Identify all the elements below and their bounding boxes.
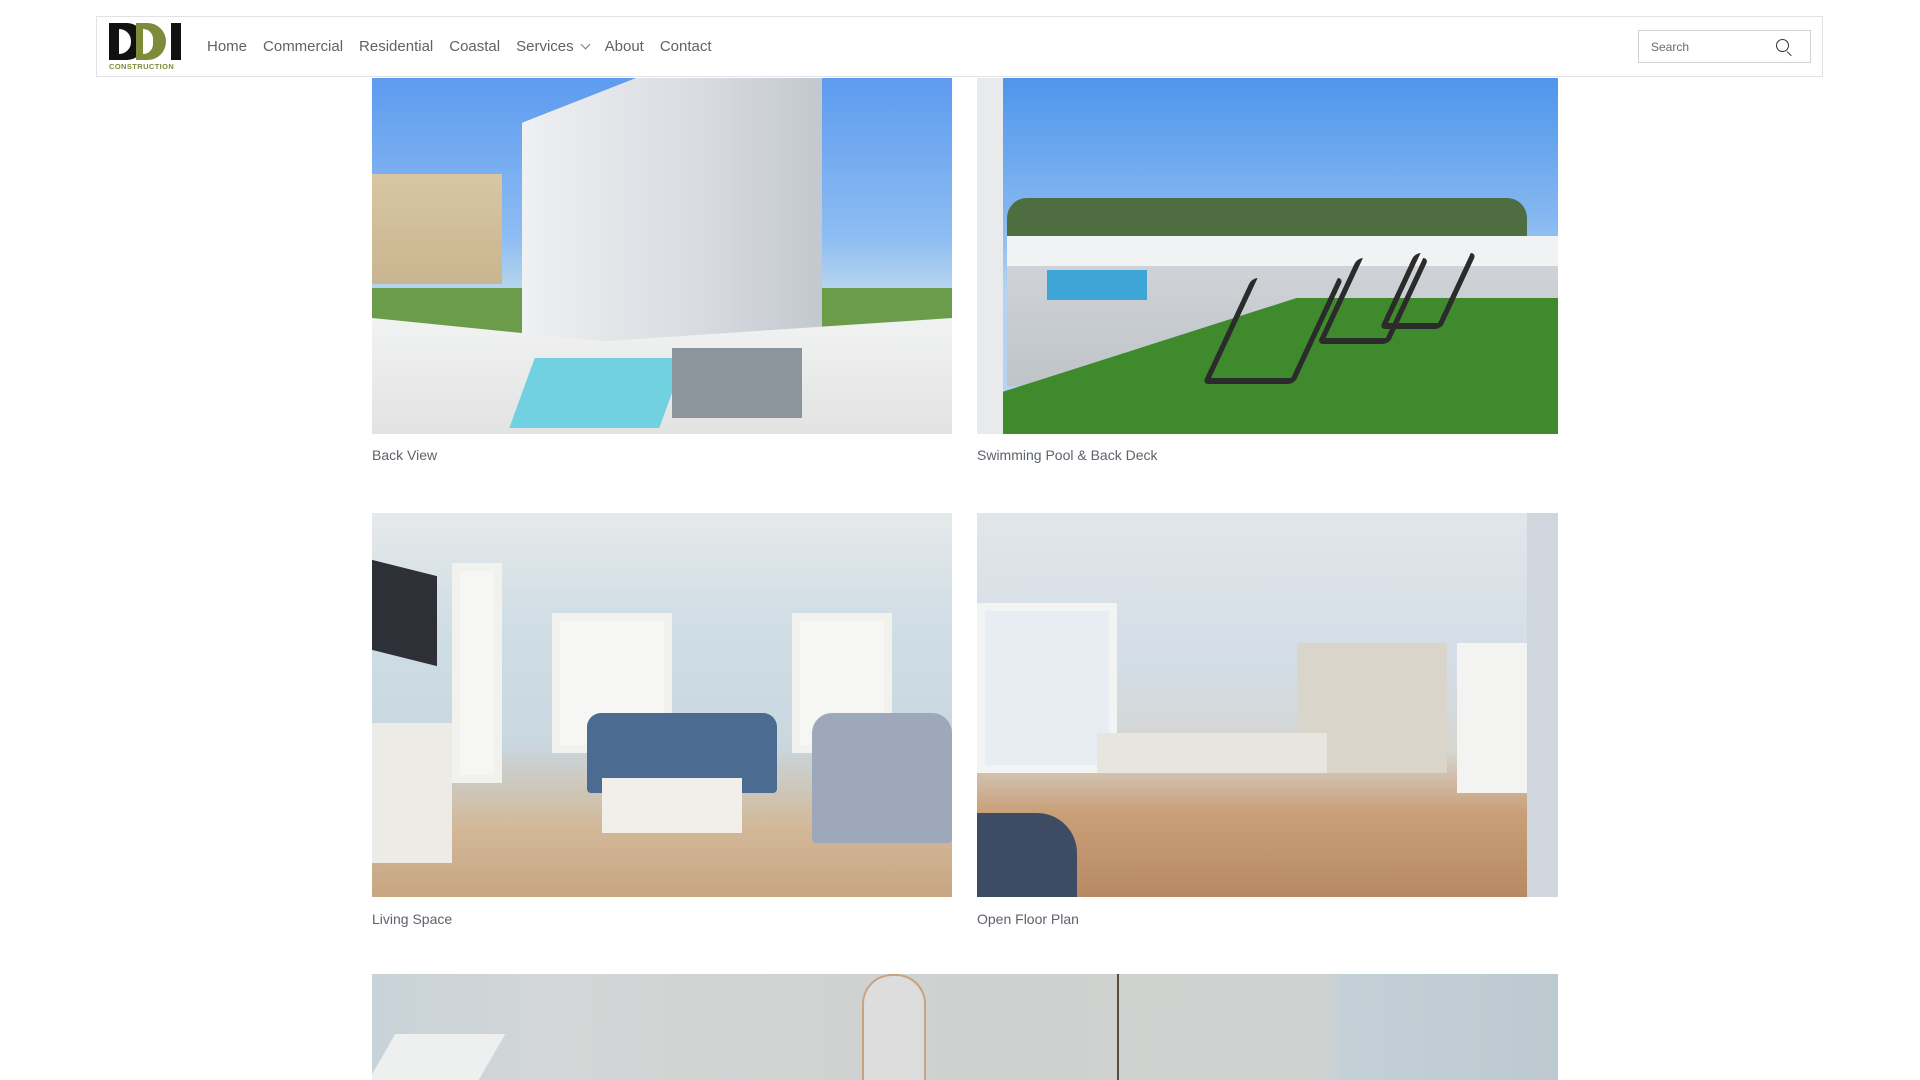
gallery-photo-bedroom[interactable] bbox=[372, 974, 1558, 1080]
nav-coastal[interactable]: Coastal bbox=[449, 38, 500, 55]
logo-wordmark: CONSTRUCTION bbox=[109, 62, 175, 71]
photo-wall bbox=[977, 78, 1003, 434]
gallery-caption: Swimming Pool & Back Deck bbox=[977, 447, 1158, 463]
photo-pendant-chain bbox=[1117, 974, 1119, 1080]
photo-pendant-light bbox=[862, 974, 926, 1080]
photo-tv bbox=[372, 559, 437, 667]
ddi-construction-logo[interactable]: CONSTRUCTION bbox=[109, 21, 185, 73]
photo-door bbox=[1457, 643, 1527, 793]
nav-services-dropdown[interactable]: Services bbox=[516, 38, 591, 55]
photo-window bbox=[977, 603, 1117, 773]
photo-pool bbox=[509, 358, 685, 428]
photo-trees bbox=[1007, 198, 1527, 238]
nav-services-label: Services bbox=[516, 38, 574, 55]
gallery-photo-open-floor-plan[interactable] bbox=[977, 513, 1558, 897]
chevron-down-icon bbox=[580, 39, 591, 50]
photo-deck bbox=[672, 348, 802, 418]
photo-coffee-table bbox=[602, 778, 742, 833]
gallery-caption: Back View bbox=[372, 447, 438, 463]
nav-home-label: Home bbox=[207, 38, 248, 55]
logo-letter-i bbox=[171, 23, 181, 60]
nav-commercial-label: Commercial bbox=[263, 38, 344, 55]
search-box bbox=[1638, 30, 1811, 63]
nav-coastal-label: Coastal bbox=[449, 38, 501, 55]
nav-about-label: About bbox=[604, 38, 644, 55]
site-header: CONSTRUCTION Home Commercial Residential… bbox=[96, 16, 1823, 77]
photo-wall bbox=[1527, 513, 1558, 897]
neighbor-house bbox=[372, 174, 502, 284]
search-input[interactable] bbox=[1639, 31, 1781, 62]
photo-trim bbox=[372, 1034, 506, 1080]
logo-letter-d-olive bbox=[136, 23, 166, 60]
nav-residential[interactable]: Residential bbox=[359, 38, 433, 55]
photo-pool bbox=[1047, 270, 1147, 300]
photo-window bbox=[452, 563, 502, 783]
nav-contact[interactable]: Contact bbox=[660, 38, 712, 55]
photo-dining-table bbox=[1097, 733, 1327, 773]
nav-about[interactable]: About bbox=[605, 38, 644, 55]
main-nav: Home Commercial Residential Coastal Serv… bbox=[207, 17, 728, 76]
gallery-caption: Living Space bbox=[372, 911, 453, 927]
gallery-caption: Open Floor Plan bbox=[977, 911, 1079, 927]
logo-d-stem bbox=[109, 23, 119, 60]
photo-couch bbox=[977, 813, 1077, 897]
gallery-photo-back-view[interactable] bbox=[372, 78, 952, 434]
nav-home[interactable]: Home bbox=[207, 38, 247, 55]
photo-armchair bbox=[812, 713, 952, 843]
search-icon[interactable] bbox=[1776, 39, 1789, 52]
photo-cabinet bbox=[372, 723, 452, 863]
nav-commercial[interactable]: Commercial bbox=[263, 38, 343, 55]
gallery-photo-swimming-pool[interactable] bbox=[977, 78, 1558, 434]
nav-residential-label: Residential bbox=[359, 38, 434, 55]
nav-contact-label: Contact bbox=[659, 38, 712, 55]
gallery-photo-living-space[interactable] bbox=[372, 513, 952, 897]
